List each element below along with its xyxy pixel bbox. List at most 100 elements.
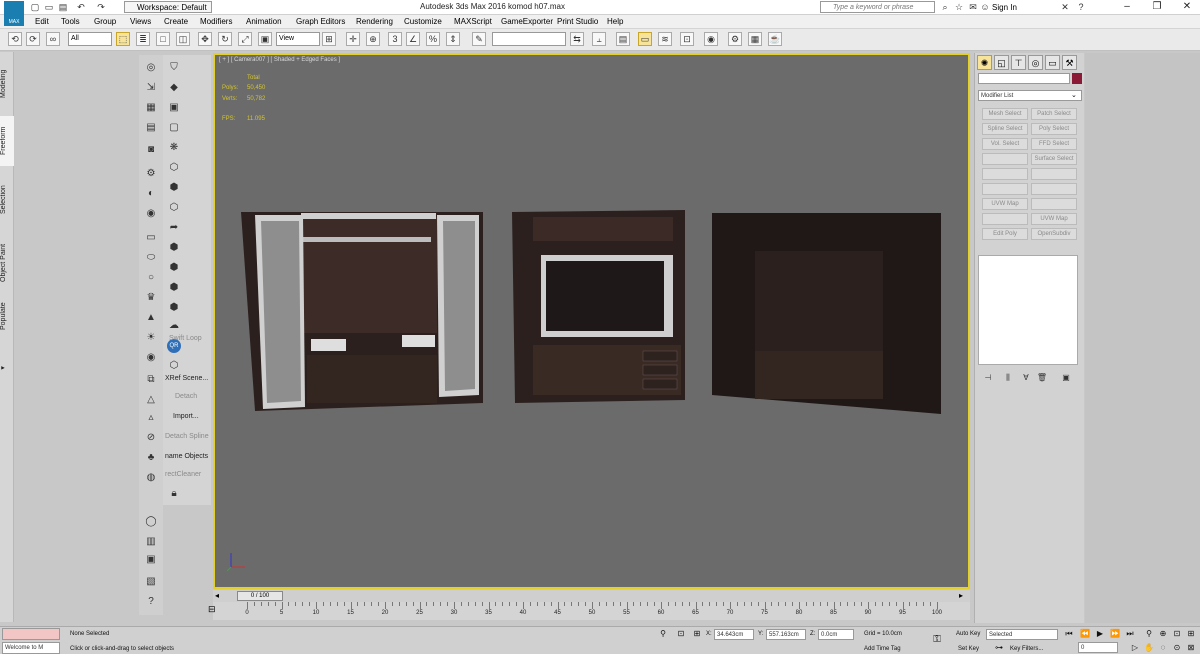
next-key-icon[interactable]: ⏩ <box>1110 629 1120 639</box>
sphere-icon[interactable]: ◎ <box>144 61 158 75</box>
toggle-ribbon-icon[interactable]: ▭ <box>638 32 652 46</box>
edit-named-selection-icon[interactable]: ✎ <box>472 32 486 46</box>
stack-cube4-icon[interactable]: ⬢ <box>167 301 181 315</box>
tab-object-paint[interactable]: Object Paint <box>0 238 14 288</box>
pan-icon[interactable]: ✋ <box>1144 643 1154 653</box>
render-sphere-icon[interactable]: ◉ <box>144 207 158 221</box>
menu-gameexporter[interactable]: GameExporter <box>501 17 553 26</box>
percent-snap-icon[interactable]: % <box>426 32 440 46</box>
camera-icon[interactable]: ◙ <box>144 143 158 157</box>
fov-icon[interactable]: ▷ <box>1130 643 1140 653</box>
select-manipulate-icon[interactable]: ✛ <box>346 32 360 46</box>
lock-selection-icon[interactable]: ⚲ <box>658 629 668 639</box>
align-icon[interactable]: ⫠ <box>592 32 606 46</box>
window-crossing-icon[interactable]: ◫ <box>176 32 190 46</box>
arrow-icon[interactable]: ➦ <box>167 221 181 235</box>
lock-icon[interactable]: 🔒︎ <box>167 487 181 501</box>
rendered-frame-icon[interactable]: ▦ <box>748 32 762 46</box>
shield-icon[interactable]: ⛉ <box>167 61 181 75</box>
clean-icon[interactable]: ◍ <box>144 471 158 485</box>
modifier-button[interactable]: FFD Select <box>1031 138 1077 150</box>
communication-icon[interactable]: ✉ <box>968 2 978 12</box>
new-file-icon[interactable]: ▢ <box>30 2 40 12</box>
modifier-button[interactable]: Poly Select <box>1031 123 1077 135</box>
pivot-center-icon[interactable]: ⊞ <box>322 32 336 46</box>
modifier-button[interactable]: Spline Select <box>982 123 1028 135</box>
menu-edit[interactable]: Edit <box>35 17 49 26</box>
calculator-icon[interactable]: ▦ <box>144 101 158 115</box>
modifier-button[interactable] <box>982 183 1028 195</box>
cone-icon[interactable]: ▲ <box>144 311 158 325</box>
key-mode-icon[interactable]: ⊟ <box>208 604 216 615</box>
cylinder-icon[interactable]: ⬭ <box>144 251 158 265</box>
maximize-button[interactable]: ❐ <box>1142 0 1172 15</box>
gem-icon[interactable]: ◆ <box>167 81 181 95</box>
y-coordinate-field[interactable]: 557.163cm <box>766 629 806 640</box>
rect-selection-icon[interactable]: □ <box>156 32 170 46</box>
keyboard-shortcut-icon[interactable]: ⊕ <box>366 32 380 46</box>
render-setup-icon[interactable]: ⚙ <box>728 32 742 46</box>
make-unique-icon[interactable]: ∀ <box>1019 371 1033 385</box>
key-selection-dropdown[interactable]: Selected <box>986 629 1058 640</box>
hex-icon[interactable]: ⬡ <box>167 201 181 215</box>
user-icon[interactable]: ☺ <box>980 2 990 12</box>
crown-icon[interactable]: ♛ <box>144 291 158 305</box>
menu-tools[interactable]: Tools <box>61 17 80 26</box>
tool-import[interactable]: Import... <box>173 413 199 420</box>
xref-icon[interactable]: ⧉ <box>144 373 158 387</box>
time-slider[interactable]: 0 / 100 <box>237 591 283 601</box>
layer-explorer-icon[interactable]: ▤ <box>616 32 630 46</box>
tool-swift-loop[interactable]: Swift Loop <box>169 335 202 342</box>
modifier-button[interactable]: Surface Select <box>1031 153 1077 165</box>
app-logo[interactable]: MAX <box>4 1 24 26</box>
auto-key-button[interactable]: Auto Key <box>956 631 980 637</box>
triangle-icon[interactable]: ▵ <box>144 411 158 425</box>
cube-icon[interactable]: ⬡ <box>167 161 181 175</box>
modifier-button[interactable] <box>982 153 1028 165</box>
menu-rendering[interactable]: Rendering <box>356 17 393 26</box>
modifier-button[interactable]: UVW Map <box>982 198 1028 210</box>
tab-freeform[interactable]: Freeform <box>0 116 14 166</box>
menu-help[interactable]: Help <box>607 17 623 26</box>
modifier-button[interactable] <box>982 168 1028 180</box>
modifier-button[interactable]: Mesh Select <box>982 108 1028 120</box>
menu-print-studio[interactable]: Print Studio <box>557 17 598 26</box>
box-icon[interactable]: ▭ <box>144 231 158 245</box>
show-end-result-icon[interactable]: ⫼ <box>1001 371 1015 385</box>
scene-render[interactable] <box>215 55 968 587</box>
set-keys-icon[interactable]: ⊶ <box>994 643 1004 653</box>
stack-cube3-icon[interactable]: ⬢ <box>167 281 181 295</box>
modifier-button[interactable] <box>1031 168 1077 180</box>
undo-icon[interactable]: ↶ <box>76 2 86 12</box>
modifier-button[interactable]: OpenSubdiv <box>1031 228 1077 240</box>
modifier-button[interactable]: Patch Select <box>1031 108 1077 120</box>
open-file-icon[interactable]: ▭ <box>44 2 54 12</box>
tab-modeling[interactable]: Modeling <box>0 64 14 104</box>
stack-cube-icon[interactable]: ⬢ <box>167 241 181 255</box>
zoom-extents-icon[interactable]: ⊡ <box>1172 629 1182 639</box>
teapot-icon[interactable]: ◐ <box>144 187 158 201</box>
curve-editor-icon[interactable]: ≋ <box>658 32 672 46</box>
prev-key-icon[interactable]: ⏪ <box>1080 629 1090 639</box>
tree-icon[interactable]: ♣ <box>144 451 158 465</box>
menu-graph-editors[interactable]: Graph Editors <box>296 17 345 26</box>
menu-animation[interactable]: Animation <box>246 17 282 26</box>
pyramid-icon[interactable]: △ <box>144 393 158 407</box>
render-production-icon[interactable]: ☕ <box>768 32 782 46</box>
stack-cube2-icon[interactable]: ⬢ <box>167 261 181 275</box>
modify-tab-icon[interactable]: ◱ <box>994 55 1009 70</box>
favorites-icon[interactable]: ☆ <box>954 2 964 12</box>
modifier-button[interactable]: Vol. Select <box>982 138 1028 150</box>
select-move-icon[interactable]: ✥ <box>198 32 212 46</box>
redo-toolbar-icon[interactable]: ⟳ <box>26 32 40 46</box>
object-name-field[interactable] <box>978 73 1070 84</box>
maxscript-listener[interactable]: Welcome to M <box>2 642 60 654</box>
grid-icon[interactable]: ▤ <box>144 121 158 135</box>
select-rotate-icon[interactable]: ↻ <box>218 32 232 46</box>
walk-icon[interactable]: ⊙ <box>1172 643 1182 653</box>
zoom-all-icon[interactable]: ⊕ <box>1158 629 1168 639</box>
placement-icon[interactable]: ▣ <box>258 32 272 46</box>
menu-customize[interactable]: Customize <box>404 17 442 26</box>
create-tab-icon[interactable]: ✺ <box>977 55 992 70</box>
zoom-icon[interactable]: ⚲ <box>1144 629 1154 639</box>
